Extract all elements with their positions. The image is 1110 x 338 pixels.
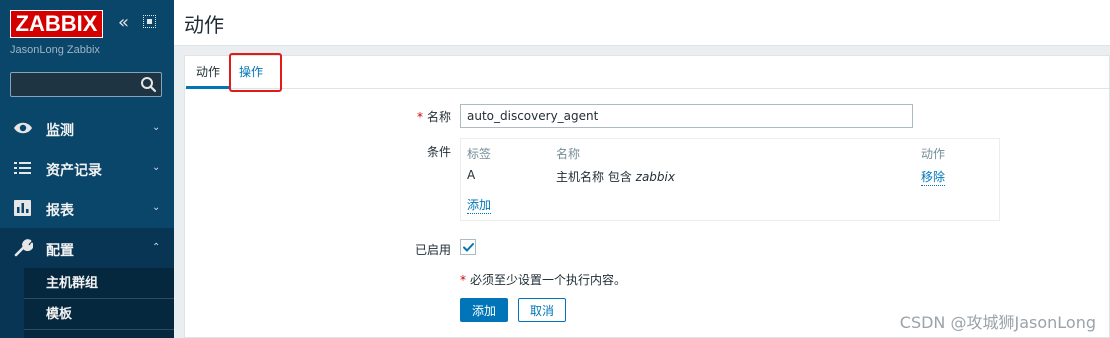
table-header-label: 标签 (467, 147, 492, 161)
collapse-sidebar-icon[interactable]: « (118, 14, 134, 32)
conditions-table: 标签 名称 动作 A 主机名称 包含 zabbix 移除 添加 (460, 138, 1000, 221)
add-condition-link[interactable]: 添加 (467, 196, 492, 214)
nav-label: 配置 (46, 243, 74, 259)
search-input[interactable] (15, 76, 135, 94)
nav-item-reports[interactable]: 报表 ⌄ (0, 188, 174, 228)
required-star: * (416, 110, 423, 124)
tab-action[interactable]: 动作 (186, 56, 231, 89)
tab-bar: 动作 操作 (185, 56, 1110, 89)
nav-label: 监测 (46, 123, 74, 139)
nav-item-inventory[interactable]: 资产记录 ⌄ (0, 148, 174, 188)
requirement-note: * 必须至少设置一个执行内容。 (460, 271, 626, 288)
main-nav: 监测 ⌄ 资产记录 ⌄ 报表 ⌄ 配置 ⌃ (0, 108, 174, 268)
sidebar-search[interactable] (10, 72, 162, 97)
nav-item-configuration[interactable]: 配置 ⌃ (0, 228, 174, 268)
watermark: CSDN @攻城狮JasonLong (899, 313, 1096, 332)
chevron-down-icon: ⌄ (152, 162, 161, 173)
subnav-item-host-groups[interactable]: 主机群组 (24, 268, 174, 299)
server-name: JasonLong Zabbix (10, 44, 100, 56)
enabled-label: 已启用 (414, 243, 451, 257)
chevron-down-icon: ⌄ (152, 122, 161, 133)
page-header: 动作 (174, 0, 1110, 46)
subnav-item-templates[interactable]: 模板 (24, 299, 174, 330)
conditions-label: 条件 (426, 145, 451, 159)
tab-operations[interactable]: 操作 (229, 56, 273, 89)
chevron-up-icon: ⌃ (152, 242, 161, 253)
condition-name-prefix: 主机名称 包含 (556, 170, 636, 184)
bar-chart-icon (14, 200, 31, 216)
subnav-indent (0, 268, 24, 338)
list-icon (14, 162, 31, 174)
table-header-name: 名称 (556, 147, 581, 161)
nav-item-monitoring[interactable]: 监测 ⌄ (0, 108, 174, 148)
enabled-checkbox[interactable] (460, 239, 476, 255)
kiosk-mode-icon[interactable] (143, 15, 156, 28)
remove-condition-link[interactable]: 移除 (921, 168, 946, 186)
wrench-icon (14, 239, 33, 257)
sidebar: ZABBIX « JasonLong Zabbix 监测 ⌄ 资产记录 ⌄ 报表… (0, 0, 174, 338)
condition-name: 主机名称 包含 zabbix (556, 168, 675, 185)
eye-icon (14, 122, 32, 134)
add-button[interactable]: 添加 (460, 298, 508, 322)
note-text: 必须至少设置一个执行内容。 (470, 273, 627, 287)
name-label: * 名称 (361, 108, 451, 125)
search-icon[interactable] (140, 76, 157, 93)
note-star: * (460, 273, 466, 287)
zabbix-logo[interactable]: ZABBIX (10, 10, 103, 38)
condition-label: A (467, 168, 476, 182)
name-label-text: 名称 (426, 110, 451, 124)
cancel-button[interactable]: 取消 (518, 298, 566, 322)
chevron-down-icon: ⌄ (152, 202, 161, 213)
logo-row: ZABBIX « (10, 10, 164, 38)
table-header-action: 动作 (921, 147, 946, 161)
subnav-configuration: 主机群组 模板 (24, 268, 174, 338)
check-icon (463, 243, 474, 252)
nav-label: 报表 (46, 203, 74, 219)
nav-label: 资产记录 (46, 163, 102, 179)
action-name-input[interactable] (460, 104, 913, 128)
condition-name-value: zabbix (635, 170, 675, 184)
page-title: 动作 (184, 13, 224, 37)
